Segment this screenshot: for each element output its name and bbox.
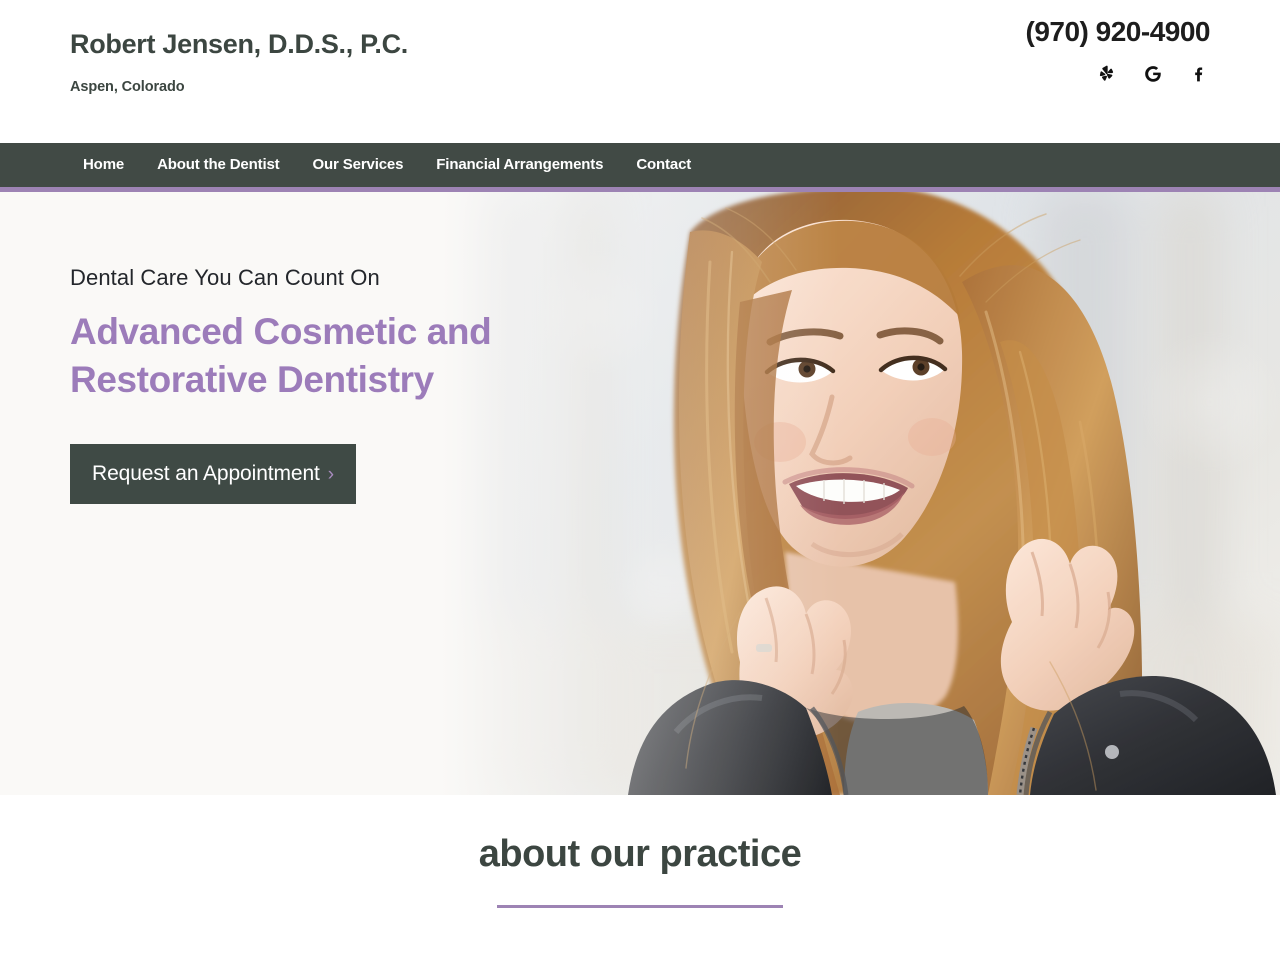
about-practice-section: about our practice bbox=[0, 795, 1280, 908]
yelp-icon bbox=[1097, 64, 1117, 84]
site-header: Robert Jensen, D.D.S., P.C. Aspen, Color… bbox=[0, 0, 1280, 143]
yelp-link[interactable] bbox=[1096, 63, 1118, 85]
nav-link-contact[interactable]: Contact bbox=[636, 156, 691, 173]
request-appointment-button[interactable]: Request an Appointment › bbox=[70, 444, 357, 505]
facebook-link[interactable] bbox=[1188, 63, 1210, 85]
brand-title: Robert Jensen, D.D.S., P.C. bbox=[70, 29, 408, 59]
hero-headline-line-1: Advanced Cosmetic and bbox=[70, 311, 492, 353]
about-practice-heading: about our practice bbox=[478, 833, 802, 875]
nav-link-home[interactable]: Home bbox=[83, 156, 124, 173]
google-icon bbox=[1143, 64, 1163, 84]
hero-content: Dental Care You Can Count On Advanced Co… bbox=[70, 265, 492, 505]
nav-item-about-the-dentist[interactable]: About the Dentist bbox=[157, 156, 280, 174]
brand-location: Aspen, Colorado bbox=[70, 78, 185, 95]
nav-item-contact[interactable]: Contact bbox=[636, 156, 691, 174]
google-link[interactable] bbox=[1142, 63, 1164, 85]
main-navigation: Home About the Dentist Our Services Fina… bbox=[0, 143, 1280, 192]
hero-section: Dental Care You Can Count On Advanced Co… bbox=[0, 192, 1280, 795]
nav-item-financial-arrangements[interactable]: Financial Arrangements bbox=[436, 156, 603, 174]
nav-link-our-services[interactable]: Our Services bbox=[313, 156, 404, 173]
phone-number-link[interactable]: (970) 920-4900 bbox=[1026, 18, 1211, 46]
facebook-icon bbox=[1189, 64, 1209, 84]
nav-item-our-services[interactable]: Our Services bbox=[313, 156, 404, 174]
brand-block[interactable]: Robert Jensen, D.D.S., P.C. Aspen, Color… bbox=[70, 29, 408, 95]
hero-headline-line-2: Restorative Dentistry bbox=[70, 358, 434, 400]
hero-image bbox=[440, 192, 1280, 795]
nav-link-financial-arrangements[interactable]: Financial Arrangements bbox=[436, 156, 603, 173]
hero-headline: Advanced Cosmetic and Restorative Dentis… bbox=[70, 308, 492, 403]
request-appointment-label: Request an Appointment bbox=[92, 462, 320, 486]
hero-eyebrow: Dental Care You Can Count On bbox=[70, 265, 380, 290]
nav-item-home[interactable]: Home bbox=[83, 156, 124, 174]
social-links bbox=[1026, 63, 1210, 85]
nav-list: Home About the Dentist Our Services Fina… bbox=[83, 156, 691, 174]
section-divider bbox=[497, 905, 783, 908]
chevron-right-icon: › bbox=[327, 463, 335, 485]
nav-link-about-the-dentist[interactable]: About the Dentist bbox=[157, 156, 280, 173]
header-contact-block: (970) 920-4900 bbox=[1026, 18, 1211, 85]
